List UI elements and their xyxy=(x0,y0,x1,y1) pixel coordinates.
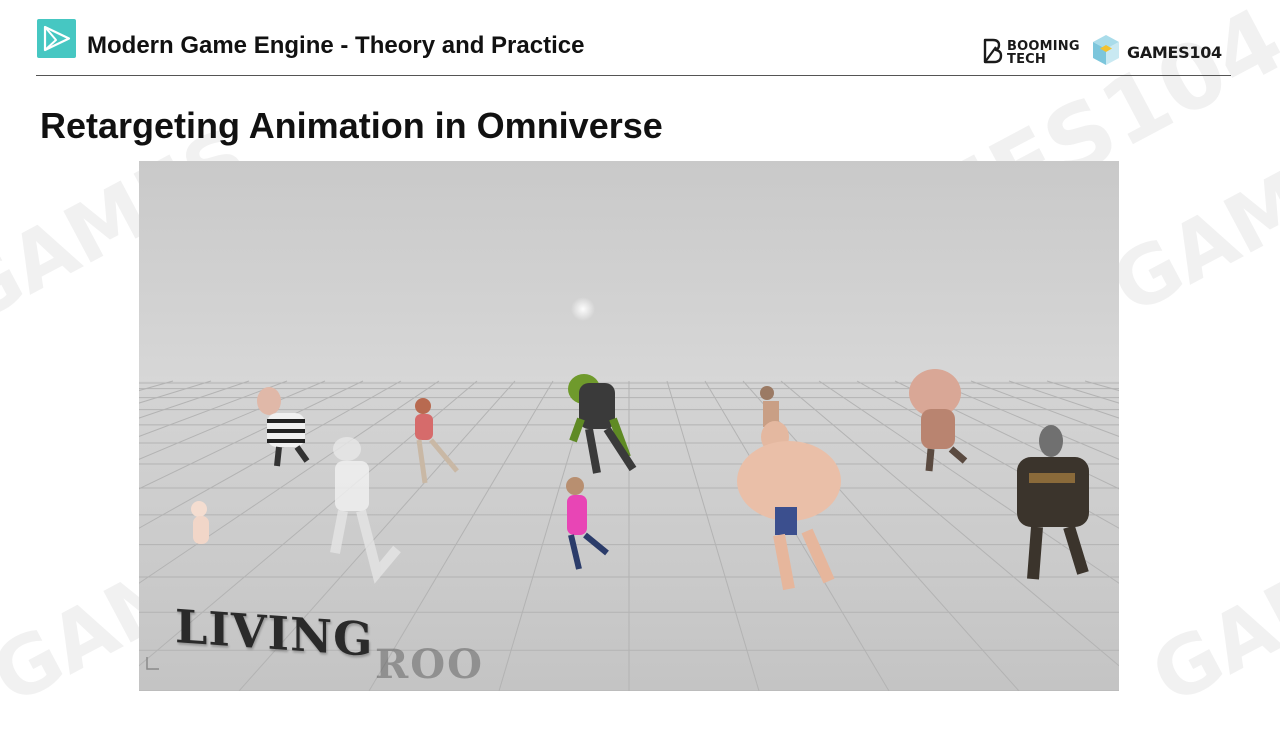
booming-tech-logo-icon xyxy=(982,37,1004,70)
games-cube-icon xyxy=(1091,33,1121,72)
games104-logo: GAMES104 xyxy=(1091,33,1222,72)
watermark: GAMES xyxy=(1096,100,1280,333)
slide: GAMES104 GAMES GAMES GAMES GAMES Modern … xyxy=(0,0,1280,740)
watermark: GAMES xyxy=(1136,490,1280,723)
booming-tech-logo: BOOMING TECH xyxy=(982,38,1080,68)
tech-text: TECH xyxy=(1007,52,1046,67)
games104-text: GAMES104 xyxy=(1127,42,1222,62)
slide-title: Retargeting Animation in Omniverse xyxy=(40,105,663,146)
course-title: Modern Game Engine - Theory and Practice xyxy=(87,32,585,59)
video-frame[interactable]: ROO LIVING xyxy=(139,161,1119,691)
video-overlay-text-secondary: ROO xyxy=(375,641,484,688)
character-baby xyxy=(191,501,209,544)
header-divider xyxy=(36,75,1231,76)
play-triangle-icon xyxy=(37,19,76,58)
